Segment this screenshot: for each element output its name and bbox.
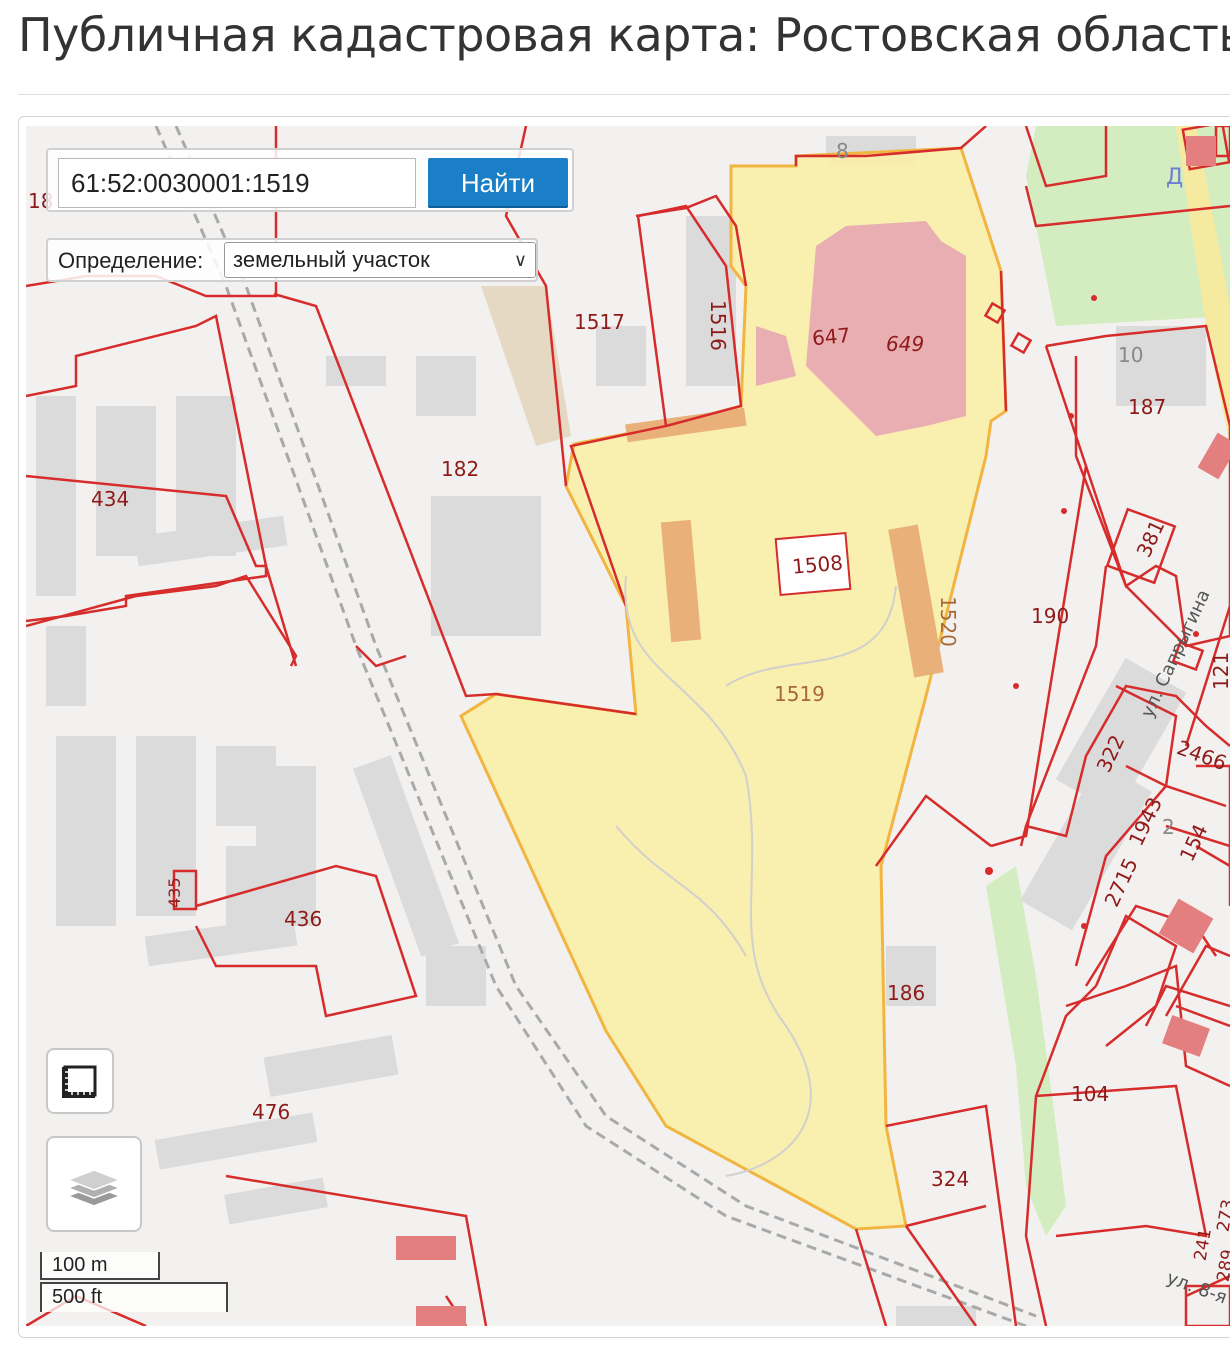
- layers-button[interactable]: [46, 1136, 142, 1232]
- label-273: 273: [1213, 1198, 1230, 1233]
- ruler-icon: [62, 1065, 97, 1098]
- scale-imperial: 500 ft: [40, 1282, 228, 1312]
- label-182: 182: [441, 457, 479, 481]
- label-434: 434: [91, 487, 129, 511]
- label-1520: 1520: [936, 596, 960, 647]
- label-2466: 2466: [1174, 735, 1230, 775]
- map-canvas[interactable]: 1519 1508 1520 1517 1516 647 649 182 434…: [26, 126, 1230, 1326]
- definition-label: Определение:: [58, 248, 204, 273]
- find-button[interactable]: Найти: [428, 158, 568, 208]
- label-10: 10: [1118, 343, 1143, 367]
- label-187: 187: [1128, 395, 1166, 419]
- measure-button[interactable]: [46, 1048, 114, 1114]
- layers-icon: [65, 1169, 123, 1207]
- label-104: 104: [1071, 1082, 1109, 1106]
- label-186: 186: [887, 981, 925, 1005]
- label-121: 121: [1209, 652, 1230, 690]
- label-435: 435: [165, 877, 184, 908]
- definition-selected: земельный участок: [233, 247, 430, 272]
- label-190: 190: [1031, 604, 1069, 628]
- label-324: 324: [931, 1167, 969, 1191]
- label-1517: 1517: [574, 310, 625, 334]
- label-289: 289: [1213, 1248, 1230, 1283]
- label-1508: 1508: [791, 550, 844, 578]
- edge-label: Д: [1166, 165, 1183, 190]
- page-title: Публичная кадастровая карта: Ростовская …: [18, 8, 1230, 62]
- label-1519: 1519: [774, 682, 825, 706]
- label-647: 647: [811, 323, 851, 350]
- definition-panel: Определение: земельный участок ∨: [46, 238, 538, 282]
- label-241: 241: [1191, 1227, 1216, 1262]
- label-2: 2: [1162, 815, 1175, 839]
- map-view[interactable]: 1519 1508 1520 1517 1516 647 649 182 434…: [26, 126, 1230, 1326]
- terrain: [481, 286, 571, 446]
- label-8: 8: [836, 139, 849, 163]
- chevron-down-icon: ∨: [513, 250, 527, 270]
- label-154: 154: [1175, 820, 1213, 865]
- divider: [18, 94, 1230, 95]
- search-panel: Найти: [46, 148, 574, 212]
- definition-select[interactable]: земельный участок ∨: [224, 242, 536, 278]
- label-649: 649: [886, 332, 924, 356]
- cadastral-number-input[interactable]: [58, 158, 416, 208]
- label-476: 476: [252, 1100, 290, 1124]
- scale-metric: 100 m: [40, 1252, 160, 1280]
- label-436: 436: [284, 907, 322, 931]
- label-1516: 1516: [706, 300, 730, 351]
